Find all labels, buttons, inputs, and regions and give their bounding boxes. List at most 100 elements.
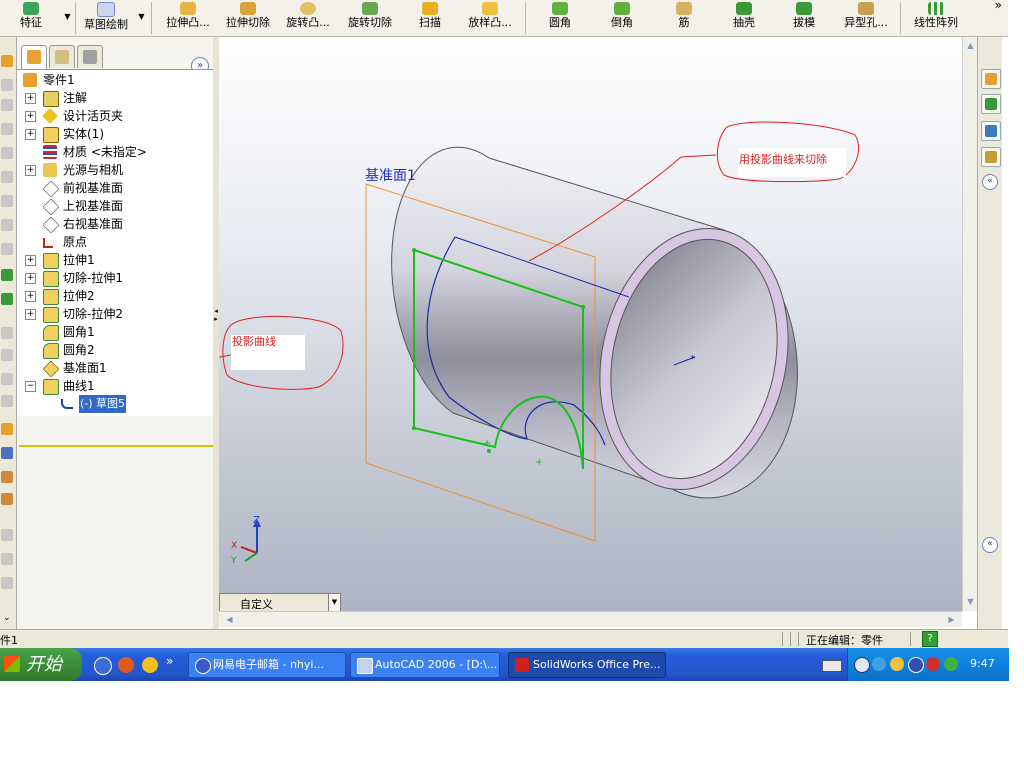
revolve-cut-button[interactable]: 旋转切除 (342, 0, 398, 36)
tool-icon[interactable] (1, 493, 13, 505)
scroll-up-icon[interactable]: ▲ (964, 39, 977, 52)
tray-app-icon[interactable] (944, 657, 958, 671)
quicklaunch-ie-icon[interactable] (94, 657, 112, 675)
expand-toggle[interactable]: + (25, 273, 36, 284)
tray-app-icon[interactable] (926, 657, 940, 671)
tool-icon[interactable] (1, 195, 13, 207)
expand-toggle[interactable]: + (25, 129, 36, 140)
graphics-area[interactable]: 基准面1 + + * 用投影曲线来切除 投影曲线 Z X Y (219, 37, 962, 611)
task-pane-search-button[interactable] (981, 121, 1001, 141)
start-button[interactable]: 开始 (0, 648, 82, 681)
task-autocad[interactable]: AutoCAD 2006 - [D:\... (350, 652, 500, 678)
expand-task-pane-icon[interactable]: « (982, 537, 998, 553)
expand-toggle[interactable]: + (25, 111, 36, 122)
tree-item-cut-extrude2[interactable]: + 切除-拉伸2 (17, 305, 213, 323)
model-view[interactable]: 基准面1 + + * 用投影曲线来切除 投影曲线 Z X Y (219, 37, 962, 611)
tool-icon[interactable] (1, 147, 13, 159)
tool-icon[interactable] (1, 553, 13, 565)
tool-icon[interactable] (1, 529, 13, 541)
expand-toggle[interactable]: + (25, 291, 36, 302)
task-solidworks[interactable]: SolidWorks Office Pre... (508, 652, 666, 678)
tree-item-lights-cameras[interactable]: + 光源与相机 (17, 161, 213, 179)
draft-button[interactable]: 拔模 (786, 0, 822, 36)
task-pane-library-button[interactable] (981, 94, 1001, 114)
vertical-scrollbar[interactable]: ▲ ▼ (962, 37, 978, 611)
scroll-left-icon[interactable]: ◀ (223, 613, 236, 626)
sweep-button[interactable]: 扫描 (412, 0, 448, 36)
shell-button[interactable]: 抽壳 (726, 0, 762, 36)
tree-item-origin[interactable]: 原点 (17, 233, 213, 251)
view-orientation-dropdown[interactable]: 自定义 ▼ (219, 593, 341, 612)
tool-icon[interactable] (1, 55, 13, 67)
tree-item-solid-bodies[interactable]: + 实体(1) (17, 125, 213, 143)
tool-icon[interactable] (1, 395, 13, 407)
rib-button[interactable]: 筋 (666, 0, 702, 36)
clock[interactable]: 9:47 (970, 657, 995, 670)
sketch-dropdown-arrow[interactable]: ▼ (136, 0, 147, 34)
hole-wizard-button[interactable]: 异型孔... (838, 0, 894, 36)
quicklaunch-qq-icon[interactable] (142, 657, 158, 673)
scroll-down-icon[interactable]: ▼ (964, 595, 977, 608)
tree-item-top-plane[interactable]: 上视基准面 (17, 197, 213, 216)
loft-boss-button[interactable]: 放样凸... (462, 0, 518, 36)
tree-item-cut-extrude1[interactable]: + 切除-拉伸1 (17, 269, 213, 287)
tree-item-design-binder[interactable]: + 设计活页夹 (17, 107, 213, 125)
tray-chevron-icon[interactable] (854, 657, 870, 673)
expand-toggle[interactable]: + (25, 255, 36, 266)
tray-app-icon[interactable] (872, 657, 886, 671)
task-netease-mail[interactable]: 网易电子邮箱 - nhyi... (188, 652, 346, 678)
tool-icon[interactable] (1, 577, 13, 589)
tool-icon[interactable] (1, 349, 13, 361)
tree-item-part[interactable]: 零件1 (17, 71, 213, 89)
tree-item-right-plane[interactable]: 右视基准面 (17, 215, 213, 234)
expand-toggle[interactable]: + (25, 93, 36, 104)
fillet-button[interactable]: 圆角 (542, 0, 578, 36)
sketch-point[interactable] (581, 305, 585, 309)
tree-item-extrude2[interactable]: + 拉伸2 (17, 287, 213, 305)
toolbar-overflow-chevron[interactable]: » (995, 0, 1002, 12)
tool-icon[interactable] (1, 269, 13, 281)
horizontal-scrollbar[interactable]: ◀ ▶ (219, 611, 962, 627)
chevron-down-icon[interactable]: ⌄ (3, 613, 11, 623)
chamfer-button[interactable]: 倒角 (604, 0, 640, 36)
tree-item-curve1[interactable]: − 曲线1 (17, 377, 213, 395)
expand-toggle[interactable]: + (25, 309, 36, 320)
scroll-right-icon[interactable]: ▶ (945, 613, 958, 626)
tree-item-fillet2[interactable]: 圆角2 (17, 341, 213, 359)
expand-toggle[interactable]: + (25, 165, 36, 176)
tool-icon[interactable] (1, 79, 13, 91)
sketch-tab-button[interactable]: 草图绘制 (78, 0, 134, 36)
tab-property-manager[interactable] (49, 45, 75, 68)
extrude-boss-button[interactable]: 拉伸凸... (160, 0, 216, 36)
tool-icon[interactable] (1, 219, 13, 231)
extrude-cut-button[interactable]: 拉伸切除 (220, 0, 276, 36)
sketch-point[interactable] (412, 426, 416, 430)
tab-configuration-manager[interactable] (77, 45, 103, 68)
tool-icon[interactable] (1, 471, 13, 483)
tool-icon[interactable] (1, 123, 13, 135)
rollback-bar[interactable] (19, 445, 213, 447)
tray-app-icon[interactable] (908, 657, 924, 673)
sketch-point[interactable] (487, 449, 491, 453)
expand-task-pane-icon[interactable]: « (982, 174, 998, 190)
tree-item-front-plane[interactable]: 前视基准面 (17, 179, 213, 198)
keyboard-icon[interactable] (822, 660, 842, 672)
features-dropdown-arrow[interactable]: ▼ (62, 0, 73, 34)
tool-icon[interactable] (1, 99, 13, 111)
quicklaunch-more-chevron[interactable]: » (166, 654, 173, 668)
tree-item-fillet1[interactable]: 圆角1 (17, 323, 213, 341)
tree-item-plane1[interactable]: 基准面1 (17, 359, 213, 378)
tool-icon[interactable] (1, 373, 13, 385)
task-pane-home-button[interactable] (981, 69, 1001, 89)
tree-item-material[interactable]: 材质 <未指定> (17, 143, 213, 161)
quicklaunch-app-icon[interactable] (118, 657, 134, 673)
chevron-down-icon[interactable]: ▼ (328, 594, 340, 611)
tool-icon[interactable] (1, 293, 13, 305)
sketch-point[interactable] (412, 248, 416, 252)
collapse-toggle[interactable]: − (25, 381, 36, 392)
revolve-boss-button[interactable]: 旋转凸... (280, 0, 336, 36)
tab-feature-manager[interactable] (21, 45, 47, 69)
tray-app-icon[interactable] (890, 657, 904, 671)
tree-item-annotations[interactable]: + 注解 (17, 89, 213, 107)
tool-icon[interactable] (1, 447, 13, 459)
